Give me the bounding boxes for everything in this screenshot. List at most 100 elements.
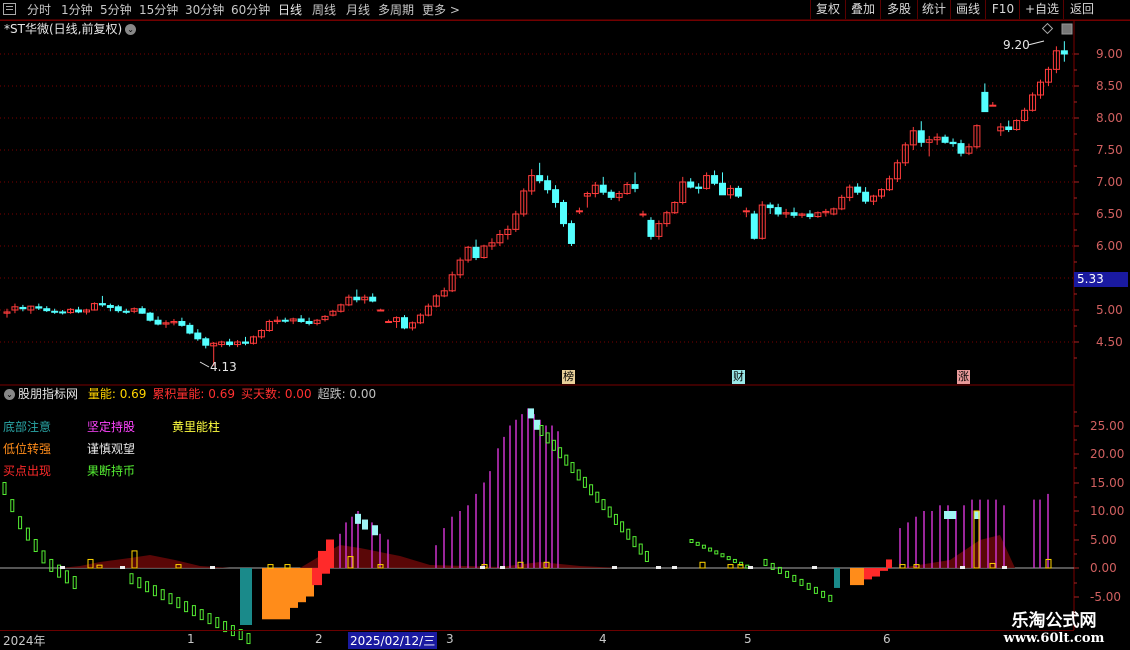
- candle-body: [806, 213, 814, 218]
- ind-tick-label: -5.00: [1090, 590, 1121, 604]
- green-bar: [72, 576, 77, 590]
- price-tick-label: 9.00: [1096, 47, 1123, 61]
- green-bar: [613, 513, 618, 525]
- green-bar: [551, 439, 556, 451]
- legend-label: 果断持币: [87, 464, 136, 478]
- candle-body: [981, 91, 989, 113]
- candle-body: [59, 311, 67, 314]
- candle-body: [941, 136, 949, 143]
- legend-label: 坚定持股: [87, 420, 136, 434]
- candle-body: [536, 175, 544, 182]
- zero-marker: [1002, 566, 1007, 569]
- date-label: 3: [446, 632, 454, 646]
- green-bar: [644, 550, 649, 562]
- candle-body: [1060, 50, 1068, 55]
- red-bar: [886, 559, 892, 568]
- green-bar: [828, 594, 833, 602]
- green-bar: [539, 425, 544, 436]
- watermark-url: www.60lt.com: [1003, 631, 1105, 646]
- date-label: 4: [599, 632, 607, 646]
- green-bar: [160, 589, 165, 601]
- indicator-title-bar: ⌄ 股朋指标网 量能: 0.69 累积量能: 0.69 买天数: 0.00 超跌: 0.…: [4, 386, 376, 402]
- green-bar: [152, 585, 157, 597]
- candle-body: [639, 213, 647, 216]
- ind-tick-label: 10.00: [1090, 504, 1124, 518]
- zero-marker: [812, 566, 817, 569]
- green-bar: [589, 484, 594, 496]
- green-bar: [632, 536, 637, 548]
- candle-body: [178, 321, 186, 326]
- price-tick-label: 4.50: [1096, 335, 1123, 349]
- price-tick-label: 7.50: [1096, 143, 1123, 157]
- candle-body: [989, 104, 997, 107]
- diamond-icon: [1041, 22, 1054, 35]
- indicator-name: 股朋指标网: [18, 387, 79, 401]
- zero-marker: [480, 566, 485, 569]
- date-axis: 2024年 1 2 2025/02/12/三 3 4 5 6: [0, 630, 1074, 649]
- green-bar: [33, 539, 38, 552]
- candle-body: [687, 181, 695, 188]
- green-bar: [545, 432, 550, 444]
- green-bar: [806, 582, 811, 590]
- candle-body: [401, 317, 408, 329]
- candle-body: [949, 141, 957, 145]
- candle-body: [106, 305, 114, 308]
- caution-bar: [528, 408, 534, 419]
- chevron-down-icon[interactable]: ⌄: [4, 389, 15, 400]
- ind-tick-label: 5.00: [1090, 533, 1117, 547]
- max-price-pointer: [1027, 40, 1045, 46]
- candle-body: [19, 306, 27, 310]
- candle-body: [472, 246, 480, 259]
- red-bar: [312, 568, 322, 586]
- candle-body: [98, 303, 106, 306]
- price-tick-label: 6.00: [1096, 239, 1123, 253]
- green-bar: [813, 586, 818, 594]
- candle-body: [242, 341, 249, 344]
- yellow-energy-bar: [727, 564, 734, 569]
- green-bar: [601, 499, 606, 511]
- candle-body: [917, 130, 925, 143]
- green-bar: [137, 577, 142, 589]
- date-label: 2: [315, 632, 323, 646]
- candle-body: [1005, 126, 1013, 131]
- candle-body: [377, 309, 385, 312]
- orange-bar: [290, 568, 298, 608]
- date-label: 2024年: [3, 634, 46, 648]
- green-bar: [49, 558, 54, 572]
- date-cursor-label: 2025/02/12/三: [348, 632, 438, 649]
- tag-cai[interactable]: 财: [732, 370, 745, 384]
- candle-body: [750, 213, 758, 239]
- green-bar: [638, 543, 643, 555]
- candle-body: [742, 210, 750, 213]
- max-price-label: 9.20: [1003, 38, 1030, 52]
- chart-canvas[interactable]: 9.00 8.50 8.00 7.50 7.00 6.50 6.00 5.00 4.50 9.20…: [0, 0, 1130, 650]
- candle-body: [51, 310, 59, 313]
- green-bar: [64, 570, 69, 584]
- green-bar: [726, 556, 731, 561]
- yellow-energy-bar: [284, 564, 291, 569]
- caution-bar: [355, 513, 361, 524]
- candle-body: [385, 321, 393, 324]
- legend-label: 买点出现: [3, 464, 52, 478]
- caution-bar: [372, 525, 378, 536]
- green-bar: [2, 482, 7, 495]
- candle-body: [552, 189, 560, 203]
- green-bar: [18, 516, 23, 530]
- green-bar: [595, 491, 600, 503]
- green-bar: [168, 593, 173, 605]
- tag-bang[interactable]: 榜: [562, 370, 575, 384]
- green-bar: [176, 597, 181, 609]
- green-bar: [558, 447, 563, 459]
- candle-body: [305, 321, 313, 324]
- green-bar: [708, 547, 713, 552]
- tag-zhang[interactable]: 涨: [957, 370, 970, 384]
- energy-area: [60, 535, 1015, 568]
- indicator-value: 买天数: 0.00: [241, 387, 312, 401]
- ind-tick-label: 15.00: [1090, 476, 1124, 490]
- zero-marker: [60, 566, 65, 569]
- zero-marker: [210, 566, 215, 569]
- indicator-value: 累积量能: 0.69: [152, 387, 235, 401]
- indicator-values: 量能: 0.69 累积量能: 0.69 买天数: 0.00 超跌: 0.00: [82, 387, 376, 401]
- green-bar: [570, 462, 575, 474]
- price-tick-label: 7.00: [1096, 175, 1123, 189]
